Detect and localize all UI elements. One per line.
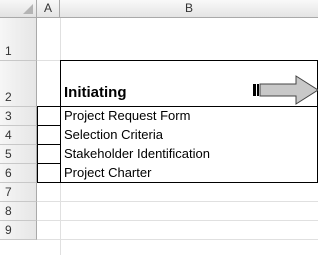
- gridline: [37, 201, 318, 202]
- spreadsheet: A B 1 2 3 4 5 6 7 8 9 Initiating Project…: [0, 0, 318, 255]
- column-header-a[interactable]: A: [37, 0, 60, 18]
- gridline: [37, 220, 318, 221]
- row-header-4[interactable]: 4: [0, 126, 37, 145]
- col-a-box-line: [37, 106, 38, 183]
- cell-b4[interactable]: Selection Criteria: [64, 127, 163, 142]
- range-bottom-border: [60, 182, 318, 183]
- row-header-8[interactable]: 8: [0, 202, 37, 221]
- arrow-right-icon: [253, 75, 318, 105]
- gridline: [37, 239, 318, 240]
- cell-b5[interactable]: Stakeholder Identification: [64, 146, 210, 161]
- select-all-triangle-icon: [23, 4, 33, 14]
- row-header-1[interactable]: 1: [0, 18, 37, 61]
- cell-b3[interactable]: Project Request Form: [64, 108, 190, 123]
- column-header-b[interactable]: B: [60, 0, 318, 18]
- col-a-box-line: [37, 182, 60, 183]
- col-a-box-line: [37, 125, 60, 126]
- select-all-button[interactable]: [0, 0, 37, 18]
- range-top-border: [60, 60, 318, 61]
- range-left-border: [60, 60, 61, 183]
- col-a-box-line: [37, 144, 60, 145]
- row-header-3[interactable]: 3: [0, 107, 37, 126]
- row-header-2[interactable]: 2: [0, 61, 37, 107]
- cell-b2-title[interactable]: Initiating: [64, 84, 127, 101]
- row-header-6[interactable]: 6: [0, 164, 37, 183]
- cell-b6[interactable]: Project Charter: [64, 165, 151, 180]
- range-header-bottom-border: [60, 106, 318, 107]
- row-header-5[interactable]: 5: [0, 145, 37, 164]
- row-header-7[interactable]: 7: [0, 183, 37, 202]
- col-a-box-line: [37, 163, 60, 164]
- row-header-9[interactable]: 9: [0, 221, 37, 240]
- col-a-box-line: [37, 106, 60, 107]
